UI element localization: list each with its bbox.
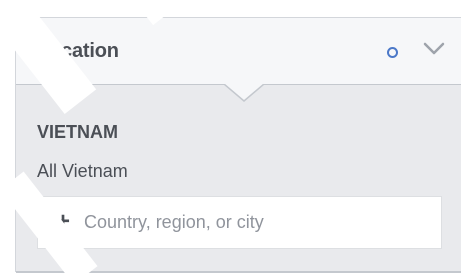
selected-country-scope: All Vietnam: [37, 161, 128, 181]
chevron-down-icon[interactable]: [422, 40, 446, 58]
location-panel: Location VIETNAM All Vietnam + Country, …: [15, 17, 461, 273]
location-search-input[interactable]: + Country, region, or city: [37, 196, 442, 249]
header-pointer: [224, 84, 264, 102]
location-search-placeholder: Country, region, or city: [84, 212, 264, 232]
dot-icon: [387, 47, 398, 58]
selected-country: VIETNAM: [37, 122, 118, 142]
stage: Location VIETNAM All Vietnam + Country, …: [0, 0, 461, 275]
